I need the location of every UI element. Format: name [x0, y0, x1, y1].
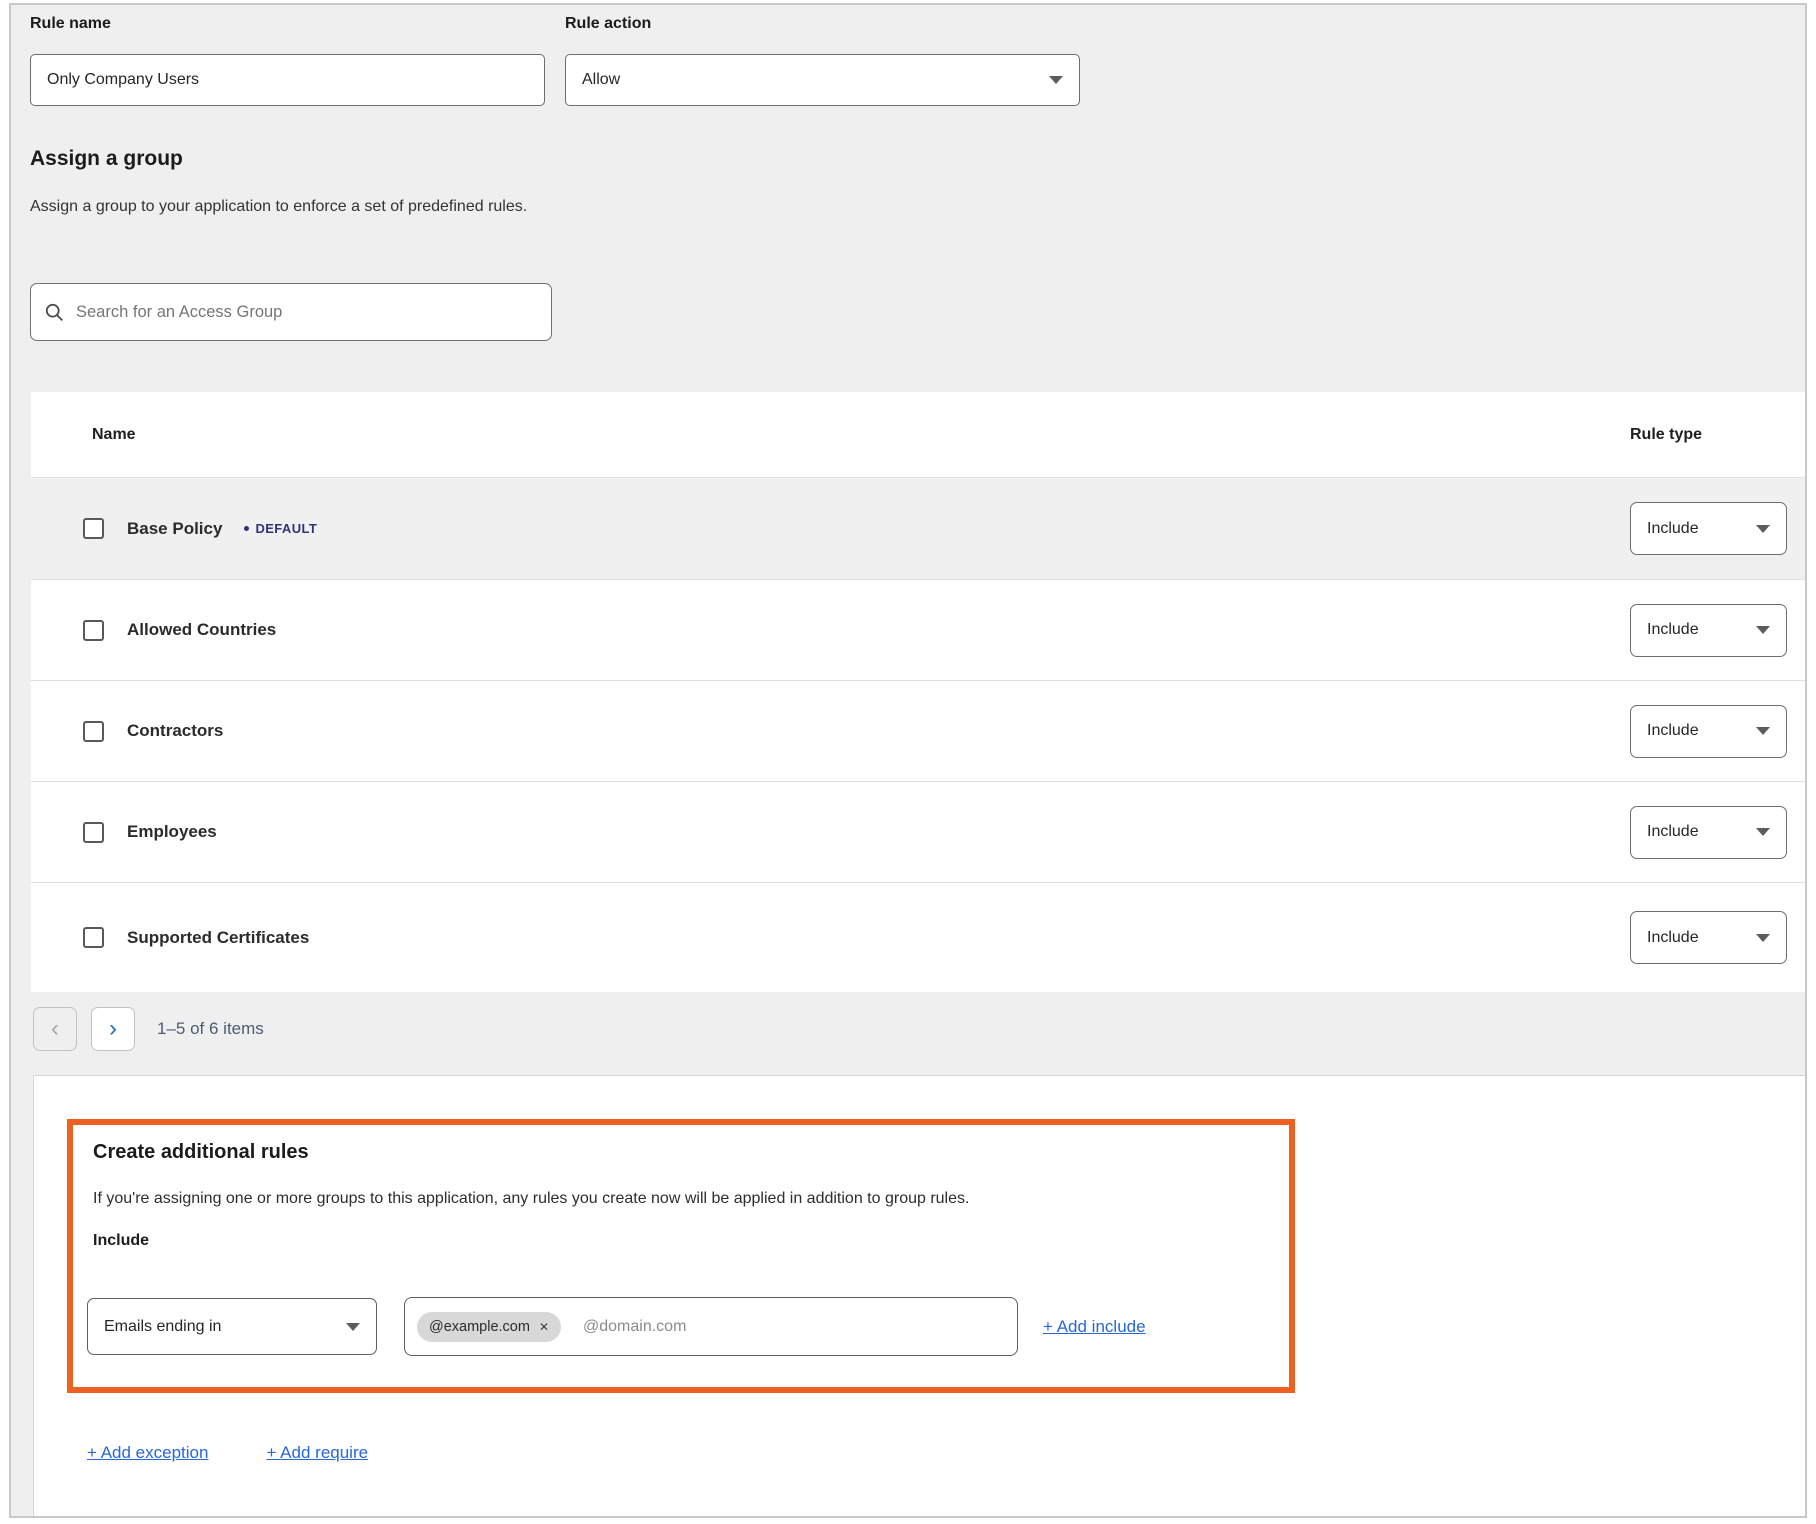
- additional-rules-heading: Create additional rules: [93, 1141, 1269, 1164]
- group-name: Employees: [127, 822, 217, 842]
- add-include-link[interactable]: + Add include: [1043, 1317, 1146, 1337]
- add-exception-link[interactable]: + Add exception: [87, 1443, 208, 1463]
- include-label: Include: [93, 1232, 1269, 1250]
- rule-action-value: Allow: [582, 71, 1049, 89]
- additional-rules-panel: Create additional rules If you're assign…: [33, 1075, 1807, 1518]
- row-checkbox[interactable]: [83, 927, 104, 948]
- group-name: Base Policy: [127, 519, 222, 539]
- column-header-name: Name: [92, 426, 1630, 444]
- rule-type-select[interactable]: Include: [1630, 705, 1787, 758]
- pagination: ‹ › 1–5 of 6 items: [33, 1007, 264, 1051]
- highlight-outline: Create additional rules If you're assign…: [67, 1119, 1295, 1393]
- chevron-down-icon: [1756, 828, 1770, 836]
- email-tag: @example.com ✕: [417, 1312, 561, 1342]
- remove-tag-icon[interactable]: ✕: [539, 1320, 549, 1334]
- rule-name-input[interactable]: [30, 54, 545, 106]
- chevron-down-icon: [1049, 76, 1063, 84]
- chevron-down-icon: [1756, 626, 1770, 634]
- table-row: Supported Certificates Include: [31, 882, 1807, 992]
- search-icon: [45, 303, 64, 322]
- condition-select[interactable]: Emails ending in: [87, 1298, 377, 1355]
- table-row: Base Policy DEFAULT Include: [31, 478, 1807, 579]
- assign-group-heading: Assign a group: [30, 147, 183, 171]
- row-checkbox[interactable]: [83, 620, 104, 641]
- default-badge: DEFAULT: [244, 521, 317, 536]
- rule-name-label: Rule name: [30, 15, 111, 33]
- row-checkbox[interactable]: [83, 518, 104, 539]
- table-row: Contractors Include: [31, 680, 1807, 781]
- group-name: Contractors: [127, 721, 223, 741]
- rule-type-select[interactable]: Include: [1630, 911, 1787, 964]
- tag-input-placeholder: @domain.com: [583, 1318, 686, 1336]
- rule-type-select[interactable]: Include: [1630, 502, 1787, 555]
- search-input[interactable]: [74, 302, 537, 323]
- group-name: Allowed Countries: [127, 620, 276, 640]
- add-require-link[interactable]: + Add require: [266, 1443, 368, 1463]
- rule-action-label: Rule action: [565, 15, 651, 33]
- row-checkbox[interactable]: [83, 721, 104, 742]
- chevron-down-icon: [1756, 727, 1770, 735]
- access-groups-table: Name Rule type Base Policy DEFAULT Inclu…: [31, 392, 1807, 992]
- chevron-left-icon: ‹: [51, 1017, 59, 1041]
- assign-group-description: Assign a group to your application to en…: [30, 198, 527, 216]
- rule-type-select[interactable]: Include: [1630, 604, 1787, 657]
- access-group-search[interactable]: [30, 283, 552, 341]
- previous-page-button[interactable]: ‹: [33, 1007, 77, 1051]
- pagination-label: 1–5 of 6 items: [157, 1019, 264, 1039]
- row-checkbox[interactable]: [83, 822, 104, 843]
- column-header-rule-type: Rule type: [1630, 426, 1807, 444]
- table-row: Employees Include: [31, 781, 1807, 882]
- group-name: Supported Certificates: [127, 928, 309, 948]
- next-page-button[interactable]: ›: [91, 1007, 135, 1051]
- page: Rule name Rule action Allow Assign a gro…: [9, 3, 1807, 1518]
- email-tag-input[interactable]: @example.com ✕ @domain.com: [404, 1297, 1018, 1356]
- additional-rules-description: If you're assigning one or more groups t…: [93, 1190, 1269, 1208]
- chevron-right-icon: ›: [109, 1017, 117, 1041]
- chevron-down-icon: [346, 1323, 360, 1331]
- condition-value: Emails ending in: [104, 1318, 346, 1336]
- table-header: Name Rule type: [31, 392, 1807, 478]
- rule-type-select[interactable]: Include: [1630, 806, 1787, 859]
- badge-dot-icon: [244, 526, 249, 531]
- chevron-down-icon: [1756, 934, 1770, 942]
- email-tag-value: @example.com: [429, 1319, 530, 1335]
- chevron-down-icon: [1756, 525, 1770, 533]
- table-row: Allowed Countries Include: [31, 579, 1807, 680]
- rule-action-select[interactable]: Allow: [565, 54, 1080, 106]
